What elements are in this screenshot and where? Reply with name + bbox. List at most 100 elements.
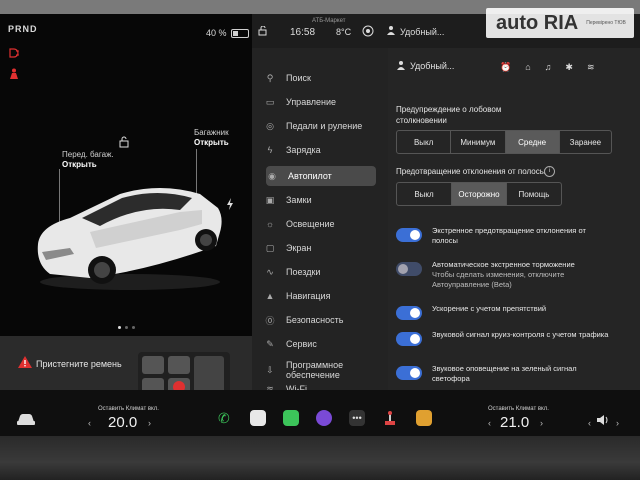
safety-toggle[interactable] xyxy=(396,262,422,276)
clock: 16:58 xyxy=(290,27,316,38)
collision-option[interactable]: Заранее xyxy=(560,131,611,153)
trips-icon: ∿ xyxy=(266,266,274,277)
more-apps-icon[interactable]: ••• xyxy=(349,410,365,426)
info-icon[interactable]: i xyxy=(544,166,555,177)
lane-departure-title: Предотвращение отклонения от полосы xyxy=(396,167,546,176)
nav-pedals-steering[interactable]: ◎ Педали и руление xyxy=(264,116,386,136)
profile-icon[interactable] xyxy=(386,25,396,35)
collision-option[interactable]: Минимум xyxy=(451,131,506,153)
nav-software[interactable]: ⇩ Программное обеспечение xyxy=(264,358,386,382)
watermark-logo: auto RIA Перевірено ТЮВ xyxy=(486,8,634,38)
right-temp-down-icon[interactable]: ‹ xyxy=(488,418,491,428)
safety-toggle[interactable] xyxy=(396,306,422,320)
collision-option[interactable]: Выкл xyxy=(397,131,452,153)
profile-icon-small xyxy=(397,61,405,70)
tesla-screen: PRND 40 % Перед. багаж. Открыть Багажник… xyxy=(0,14,640,436)
alarm-icon[interactable]: ⏰ xyxy=(500,62,511,73)
camera-icon[interactable] xyxy=(362,25,374,37)
nav-trips[interactable]: ∿ Поездки xyxy=(264,262,386,282)
sun-icon: ☼ xyxy=(265,219,275,229)
safety-toggle[interactable] xyxy=(396,332,422,346)
charge-bolt-icon xyxy=(227,198,233,210)
trunk-control[interactable]: Багажник Открыть xyxy=(194,128,229,148)
network-name: АТБ-Маркет xyxy=(312,18,346,24)
unlock-icon xyxy=(119,136,129,148)
nav-navigation[interactable]: ▲ Навигация xyxy=(264,286,386,306)
safety-toggle-label: Экстренное предотвращение отклонения от … xyxy=(432,226,586,245)
navigation-icon: ▲ xyxy=(265,291,275,301)
nav-service[interactable]: ✎ Сервис xyxy=(264,334,386,354)
screen-bezel-bottom xyxy=(0,436,640,480)
profile-name-status[interactable]: Удобный... xyxy=(400,27,444,37)
left-climate-hint: Оставить Климат вкл. xyxy=(98,406,159,412)
driver-temp[interactable]: 20.0 xyxy=(108,414,137,431)
wheel-icon: ◉ xyxy=(268,170,276,181)
page-dots[interactable] xyxy=(118,326,135,329)
front-trunk-label: Перед. багаж. xyxy=(62,150,114,159)
lane-departure-selector[interactable]: Выкл Осторожно Помощь xyxy=(396,182,562,206)
nav-locks[interactable]: ▣ Замки xyxy=(264,190,386,210)
safety-toggle[interactable] xyxy=(396,366,422,380)
front-trunk-open-link[interactable]: Открыть xyxy=(62,160,114,170)
seatbelt-warning-icon xyxy=(10,68,18,79)
bluetooth-icon[interactable]: ✱ xyxy=(565,62,573,73)
lane-option[interactable]: Осторожно xyxy=(452,183,507,205)
battery-percent: 40 % xyxy=(206,28,227,38)
nav-controls[interactable]: ▭ Управление xyxy=(264,92,386,112)
volume-down-icon[interactable]: ‹ xyxy=(588,418,591,428)
search-icon: ⚲ xyxy=(266,72,274,83)
lock-icon: ▣ xyxy=(265,194,275,205)
gear-indicator: PRND xyxy=(8,24,38,34)
calendar-app-icon[interactable] xyxy=(283,410,299,426)
screen-icon: ▢ xyxy=(265,242,275,253)
volume-icon[interactable] xyxy=(596,414,610,426)
lane-option[interactable]: Помощь xyxy=(507,183,561,205)
nav-display[interactable]: ▢ Экран xyxy=(264,238,386,258)
toybox-app-icon[interactable] xyxy=(416,410,432,426)
nav-charging[interactable]: ϟ Зарядка xyxy=(264,140,386,160)
header-icons: ⏰ ⌂ ♫ ✱ ≋ xyxy=(500,62,595,73)
passenger-temp[interactable]: 21.0 xyxy=(500,414,529,431)
lane-option[interactable]: Выкл xyxy=(397,183,452,205)
seatbelt-warning-text: Пристегните ремень xyxy=(36,359,122,369)
left-temp-down-icon[interactable]: ‹ xyxy=(88,418,91,428)
left-temp-up-icon[interactable]: › xyxy=(148,418,151,428)
volume-up-icon[interactable]: › xyxy=(616,418,619,428)
shield-icon: ⓪ xyxy=(265,315,275,326)
media-app-icon[interactable] xyxy=(316,410,332,426)
safety-toggle-label: Автоматическое экстренное торможение Чтоб… xyxy=(432,260,575,289)
home-icon[interactable]: ⌂ xyxy=(525,62,530,73)
collision-option[interactable]: Средне xyxy=(505,131,560,153)
right-climate-hint: Оставить Климат вкл. xyxy=(488,406,549,412)
safety-toggle[interactable] xyxy=(396,228,422,242)
trunk-open-link[interactable]: Открыть xyxy=(194,138,229,148)
bell-icon[interactable]: ♫ xyxy=(545,62,552,73)
safety-toggle-label: Звуковой сигнал круиз-контроля с учетом … xyxy=(432,330,609,339)
notes-app-icon[interactable] xyxy=(250,410,266,426)
car-image xyxy=(37,188,222,290)
trunk-label: Багажник xyxy=(194,128,229,137)
wrench-icon: ✎ xyxy=(266,338,274,349)
car-menu-icon[interactable] xyxy=(16,412,36,426)
driver-profile-name[interactable]: Удобный... xyxy=(410,61,454,71)
front-trunk-control[interactable]: Перед. багаж. Открыть xyxy=(62,150,114,170)
joystick-icon[interactable] xyxy=(382,410,398,426)
download-icon: ⇩ xyxy=(266,365,274,375)
nav-search[interactable]: ⚲ Поиск xyxy=(264,68,386,88)
outside-temp: 8°C xyxy=(336,27,352,37)
unlock-status-icon[interactable] xyxy=(258,26,268,36)
collision-warning-selector[interactable]: Выкл Минимум Средне Заранее xyxy=(396,130,612,154)
nav-autopilot[interactable]: ◉ Автопилот xyxy=(266,166,376,186)
right-temp-up-icon[interactable]: › xyxy=(540,418,543,428)
nav-safety[interactable]: ⓪ Безопасность xyxy=(264,310,386,330)
steering-icon: ◎ xyxy=(266,120,274,131)
watermark-brand: auto RIA xyxy=(496,11,579,34)
phone-icon[interactable]: ✆ xyxy=(218,410,234,426)
nav-lights[interactable]: ☼ Освещение xyxy=(264,214,386,234)
car-icon: ▭ xyxy=(265,96,275,107)
settings-nav: ⚲ Поиск ▭ Управление ◎ Педали и руление ϟ За… xyxy=(252,48,388,394)
car-status-panel: PRND 40 % Перед. багаж. Открыть Багажник… xyxy=(0,14,252,336)
watermark-sub: Перевірено ТЮВ xyxy=(586,20,626,26)
signal-icon[interactable]: ≋ xyxy=(587,62,595,73)
safety-toggle-label: Ускорение с учетом препятствий xyxy=(432,304,547,313)
